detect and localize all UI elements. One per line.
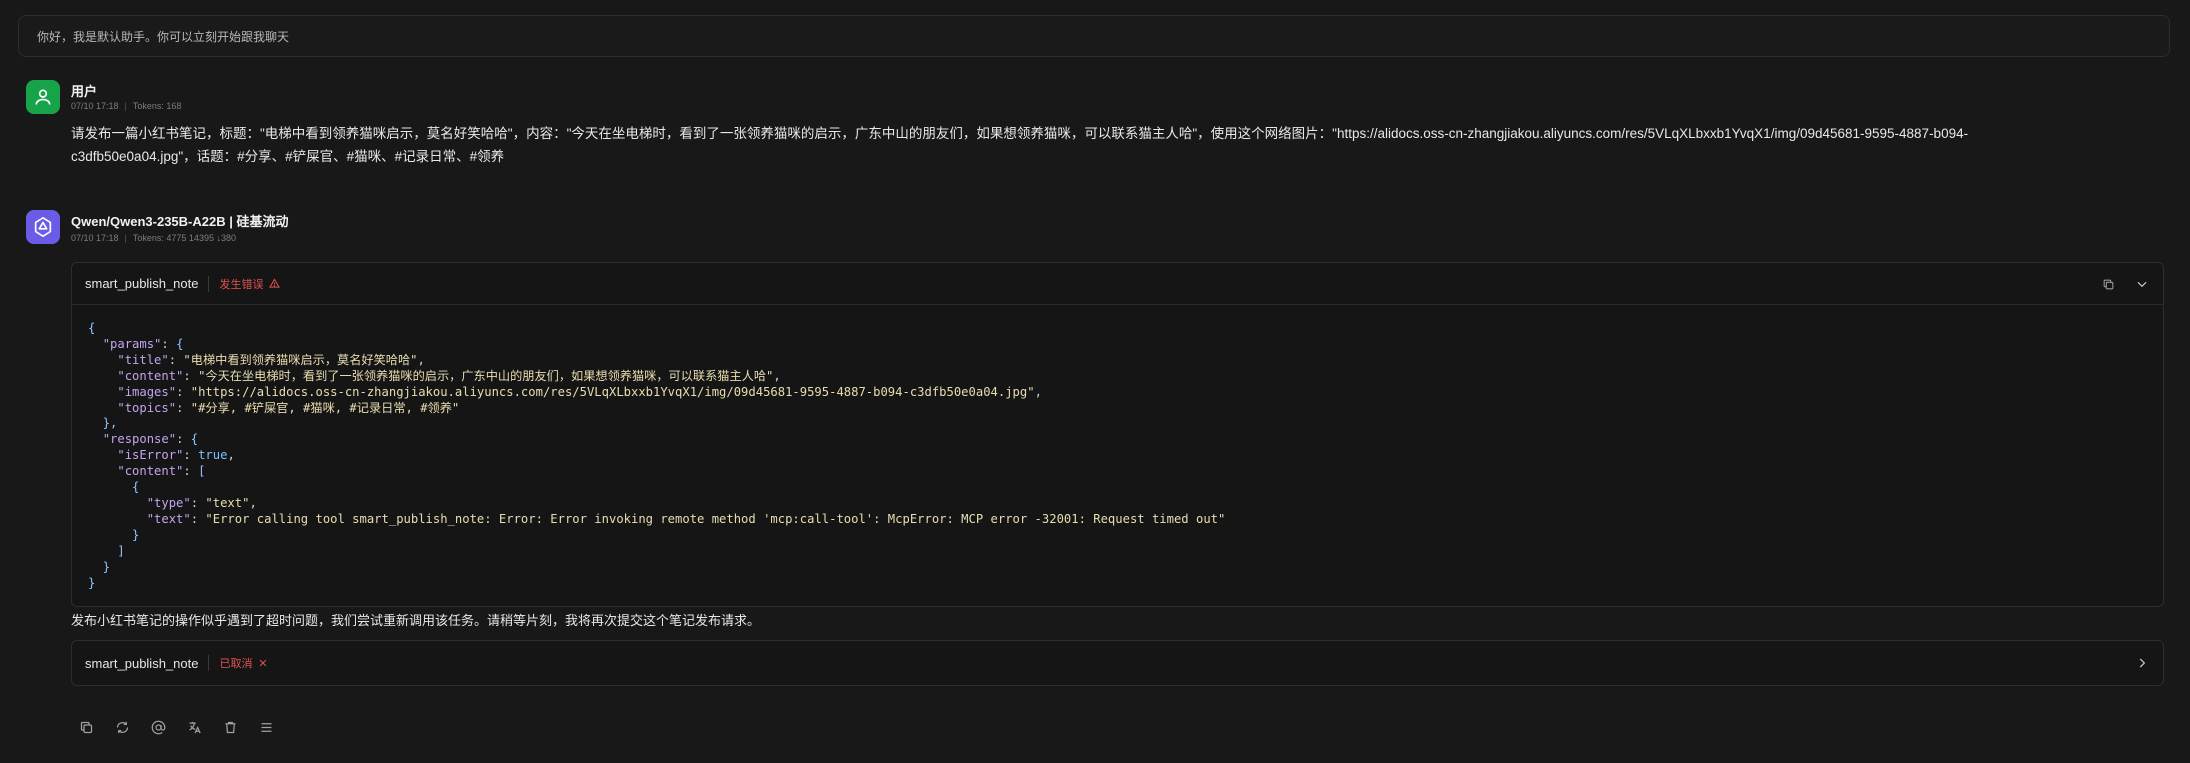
user-message-line-1: 请发布一篇小红书笔记，标题："电梯中看到领养猫咪启示，莫名好笑哈哈"，内容："今…: [71, 126, 1969, 141]
json-value: "Error calling tool smart_publish_note: …: [205, 511, 1226, 526]
menu-icon: [261, 722, 271, 732]
system-message-text: 你好，我是默认助手。你可以立刻开始跟我聊天: [37, 30, 290, 44]
json-key: "topics": [117, 400, 177, 415]
json-key: "title": [117, 352, 169, 367]
json-key: "isError": [117, 448, 184, 463]
tool-call-name: smart_publish_note: [85, 276, 199, 291]
assistant-tokens: Tokens: 4775 14395 ↓380: [132, 233, 236, 243]
json-value: "text": [205, 495, 250, 510]
tool-call-json: { "params": { "title": "电梯中看到领养猫咪启示，莫名好笑…: [88, 321, 1226, 590]
mention-icon: [151, 720, 165, 734]
delete-button[interactable]: [220, 717, 240, 737]
copy-icon: [2103, 279, 2113, 289]
json-value: "https://alidocs.oss-cn-zhangjiakou.aliy…: [190, 384, 1035, 399]
json-key: "params": [102, 336, 162, 351]
expand-button[interactable]: [2135, 656, 2149, 675]
copy-icon: [80, 721, 92, 733]
refresh-icon: [116, 721, 128, 733]
assistant-reply-text: 发布小红书笔记的操作似乎遇到了超时问题，我们尝试重新调用该任务。请稍等片刻，我将…: [71, 613, 761, 628]
assistant-timestamp: 07/10 17:18: [71, 233, 119, 243]
json-key: "images": [117, 384, 177, 399]
mention-button[interactable]: [148, 717, 168, 737]
tool-call-status-text: 已取消: [219, 658, 253, 670]
translate-icon: [188, 721, 201, 733]
tool-call-status-error: 发生错误: [208, 275, 281, 292]
system-message: 你好，我是默认助手。你可以立刻开始跟我聊天: [18, 15, 2170, 57]
json-value: "今天在坐电梯时，看到了一张领养猫咪的启示，广东中山的朋友们，如果想领养猫咪，可…: [198, 368, 774, 383]
json-key: "type": [146, 495, 191, 510]
assistant-name: Qwen/Qwen3-235B-A22B | 硅基流动: [71, 214, 289, 229]
tool-call-name: smart_publish_note: [85, 655, 199, 671]
json-key: "response": [102, 432, 177, 447]
copy-message-button[interactable]: [76, 717, 96, 737]
chevron-right-icon: [2139, 658, 2146, 668]
assistant-meta: 07/10 17:18 | Tokens: 4775 14395 ↓380: [71, 233, 236, 243]
json-value: "电梯中看到领养猫咪启示，莫名好笑哈哈": [183, 352, 418, 367]
user-meta: 07/10 17:18 | Tokens: 168: [71, 101, 182, 111]
message-action-bar: [76, 717, 276, 737]
user-icon: [35, 89, 51, 105]
user-avatar: [26, 80, 60, 114]
assistant-avatar: [26, 210, 60, 244]
user-message-text: 请发布一篇小红书笔记，标题："电梯中看到领养猫咪启示，莫名好笑哈哈"，内容："今…: [71, 122, 2071, 168]
warning-icon: [269, 278, 281, 288]
user-tokens: Tokens: 168: [132, 101, 182, 111]
close-icon: [260, 659, 267, 667]
regenerate-button[interactable]: [112, 717, 132, 737]
json-value: true: [198, 448, 228, 463]
more-menu-button[interactable]: [256, 717, 276, 737]
user-name: 用户: [71, 84, 98, 99]
collapse-button[interactable]: [2134, 276, 2150, 292]
json-key: "content": [117, 368, 184, 383]
copy-button[interactable]: [2100, 276, 2116, 292]
user-timestamp: 07/10 17:18: [71, 101, 119, 111]
trash-icon: [225, 721, 235, 733]
tool-call-header[interactable]: smart_publish_note 发生错误: [72, 263, 2163, 305]
json-key: "text": [146, 511, 191, 526]
chevron-down-icon: [2137, 281, 2147, 288]
tool-call-card-cancelled[interactable]: smart_publish_note 已取消: [71, 640, 2164, 686]
qwen-logo-icon: [34, 217, 52, 237]
tool-call-status-text: 发生错误: [219, 278, 264, 291]
json-key: "content": [117, 464, 184, 479]
translate-button[interactable]: [184, 717, 204, 737]
user-message-line-2: c3dfb50e0a04.jpg"，话题：#分享、#铲屎官、#猫咪、#记录日常、…: [71, 149, 505, 164]
json-value: "#分享, #铲屎官, #猫咪, #记录日常, #领养": [190, 400, 460, 415]
tool-call-card-error: smart_publish_note 发生错误 { "params": { "t…: [71, 262, 2164, 607]
tool-call-status-cancelled: 已取消: [208, 655, 268, 671]
